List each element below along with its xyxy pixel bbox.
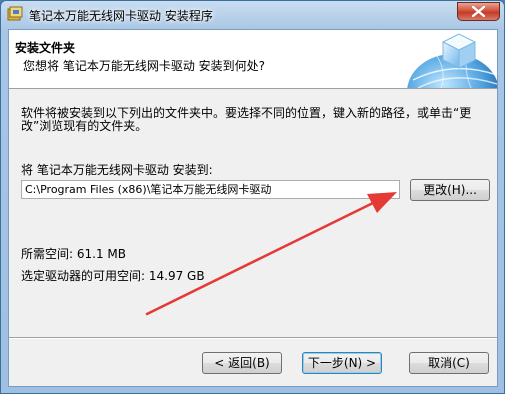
change-button[interactable]: 更改(H)... — [410, 179, 490, 201]
install-path-input[interactable]: C:\Program Files (x86)\笔记本万能无线网卡驱动 — [21, 180, 400, 199]
back-button[interactable]: < 返回(B) — [202, 352, 282, 374]
window-title: 笔记本万能无线网卡驱动 安装程序 — [29, 9, 213, 23]
next-button[interactable]: 下一步(N) > — [302, 352, 382, 374]
page-title: 安装文件夹 — [15, 41, 76, 55]
space-available-text: 选定驱动器的可用空间: 14.97 GB — [21, 269, 205, 283]
close-button[interactable] — [457, 2, 500, 21]
title-bar[interactable]: 笔记本万能无线网卡驱动 安装程序 — [1, 1, 504, 29]
header-panel: 安装文件夹 您想将 笔记本万能无线网卡驱动 安装到何处? — [9, 30, 497, 89]
destination-label: 将 笔记本万能无线网卡驱动 安装到: — [21, 163, 213, 177]
dialog-client-area: 安装文件夹 您想将 笔记本万能无线网卡驱动 安装到何处? 软件将被安装到以下列出… — [8, 29, 498, 387]
space-required-text: 所需空间: 61.1 MB — [21, 247, 126, 261]
footer-divider — [9, 337, 497, 339]
cancel-button[interactable]: 取消(C) — [409, 352, 489, 374]
installer-icon — [7, 6, 23, 22]
page-subtitle: 您想将 笔记本万能无线网卡驱动 安装到何处? — [23, 59, 265, 73]
installer-window: 笔记本万能无线网卡驱动 安装程序 安装文件夹 您想将 笔记本万能无线网卡驱动 安… — [0, 0, 505, 394]
close-icon — [472, 6, 485, 17]
globe-box-graphic — [393, 30, 497, 88]
description-text: 软件将被安装到以下列出的文件夹中。要选择不同的位置，键入新的路径，或单击“更改”… — [21, 106, 472, 133]
